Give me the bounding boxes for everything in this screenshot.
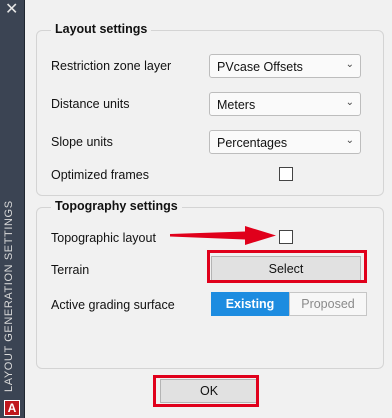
restriction-zone-value: PVcase Offsets	[217, 60, 303, 74]
grading-proposed-toggle[interactable]: Proposed	[289, 292, 367, 316]
app-logo-letter: A	[5, 401, 19, 415]
slope-units-value: Percentages	[217, 136, 288, 150]
app-logo-icon: A	[4, 400, 20, 416]
chevron-down-icon: ⌄	[345, 59, 354, 70]
topographic-layout-checkbox[interactable]	[279, 230, 293, 244]
close-icon[interactable]: ✕	[5, 2, 18, 18]
layout-settings-title: Layout settings	[51, 22, 152, 36]
topographic-layout-label: Topographic layout	[51, 231, 156, 245]
topography-settings-title: Topography settings	[51, 199, 182, 213]
ok-highlight-box	[153, 375, 259, 407]
slope-units-label: Slope units	[51, 135, 113, 149]
distance-units-value: Meters	[217, 98, 256, 112]
select-highlight-box	[207, 250, 367, 283]
distance-units-dropdown[interactable]: Meters ⌄	[209, 92, 361, 116]
distance-units-label: Distance units	[51, 97, 130, 111]
chevron-down-icon: ⌄	[345, 97, 354, 108]
terrain-label: Terrain	[51, 263, 90, 277]
chevron-down-icon: ⌄	[345, 135, 354, 146]
slope-units-dropdown[interactable]: Percentages ⌄	[209, 130, 361, 154]
restriction-zone-label: Restriction zone layer	[51, 59, 172, 73]
optimized-frames-label: Optimized frames	[51, 168, 149, 182]
settings-panel: Layout settings Restriction zone layer P…	[24, 0, 392, 418]
restriction-zone-dropdown[interactable]: PVcase Offsets ⌄	[209, 54, 361, 78]
red-arrow-annotation	[170, 226, 276, 245]
optimized-frames-checkbox[interactable]	[279, 167, 293, 181]
layout-settings-group: Layout settings Restriction zone layer P…	[36, 22, 384, 196]
panel-vertical-title: LAYOUT GENERATION SETTINGS	[3, 200, 15, 392]
grading-existing-toggle[interactable]: Existing	[211, 292, 289, 316]
side-title-bar: ✕ LAYOUT GENERATION SETTINGS A	[0, 0, 24, 418]
active-grading-surface-label: Active grading surface	[51, 298, 175, 312]
